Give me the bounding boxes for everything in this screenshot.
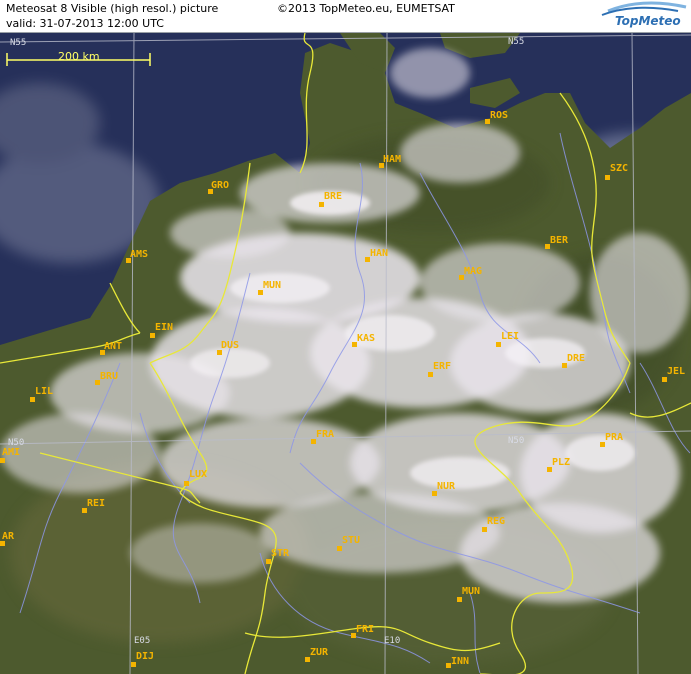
city-marker-ein[interactable]: [150, 333, 155, 338]
copyright-notice: ©2013 TopMeteo.eu, EUMETSAT: [277, 2, 455, 15]
city-label-lei: LEI: [501, 331, 520, 342]
scale-bar-label: 200 km: [58, 50, 100, 63]
city-label-ein: EIN: [155, 322, 174, 333]
city-label-bru: BRU: [100, 371, 119, 382]
city-label-pra: PRA: [605, 432, 624, 443]
city-label-lux: LUX: [189, 469, 208, 480]
city-label-str: STR: [271, 548, 290, 559]
grid-label-n50-right: N50: [508, 436, 525, 446]
logo-text: TopMeteo: [615, 14, 681, 28]
city-label-mag: MAG: [464, 266, 483, 277]
image-title: Meteosat 8 Visible (high resol.) picture: [6, 2, 219, 15]
city-marker-ami[interactable]: [0, 458, 5, 463]
city-marker-szc[interactable]: [605, 175, 610, 180]
city-label-ar: AR: [2, 531, 15, 542]
valid-time: valid: 31-07-2013 12:00 UTC: [6, 17, 164, 30]
city-marker-erf[interactable]: [428, 372, 433, 377]
city-label-kas: KAS: [357, 333, 376, 344]
grid-label-e05: E05: [134, 636, 151, 646]
city-marker-reg[interactable]: [482, 527, 487, 532]
city-marker-bre[interactable]: [319, 202, 324, 207]
city-label-inn: INN: [451, 656, 470, 667]
city-label-ams: AMS: [130, 249, 149, 260]
city-label-mun-2: MUN: [462, 586, 481, 597]
topmeteo-logo[interactable]: TopMeteo: [598, 1, 688, 31]
city-label-dij: DIJ: [136, 651, 155, 662]
city-label-zur: ZUR: [310, 647, 329, 658]
city-label-bre: BRE: [324, 191, 343, 202]
city-label-ham: HAM: [383, 154, 402, 165]
city-label-dre: DRE: [567, 353, 586, 364]
city-label-ami: AMI: [2, 447, 21, 458]
city-label-rei: REI: [87, 498, 106, 509]
city-label-szc: SZC: [610, 163, 629, 174]
city-label-nur: NUR: [437, 481, 456, 492]
city-marker-jel[interactable]: [662, 377, 667, 382]
city-label-han: HAN: [370, 248, 389, 259]
satellite-viewer: Meteosat 8 Visible (high resol.) picture…: [0, 0, 691, 674]
city-marker-str[interactable]: [266, 559, 271, 564]
city-label-fra: FRA: [316, 429, 335, 440]
city-marker-stu[interactable]: [337, 546, 342, 551]
city-label-fri: FRI: [356, 624, 375, 635]
city-label-ber: BER: [550, 235, 569, 246]
city-marker-lil[interactable]: [30, 397, 35, 402]
grid-label-n55-right: N55: [508, 37, 525, 47]
city-marker-mun-2[interactable]: [457, 597, 462, 602]
city-label-dus: DUS: [221, 340, 240, 351]
city-label-ros: ROS: [490, 110, 509, 121]
city-label-ant: ANT: [104, 341, 123, 352]
header-bar: Meteosat 8 Visible (high resol.) picture…: [0, 0, 691, 33]
city-label-reg: REG: [487, 516, 506, 527]
city-label-jel: JEL: [667, 366, 686, 377]
city-label-stu: STU: [342, 535, 361, 546]
grid-label-n55-left: N55: [10, 38, 27, 48]
city-marker-lux[interactable]: [184, 481, 189, 486]
city-label-erf: ERF: [433, 361, 452, 372]
city-marker-dij[interactable]: [131, 662, 136, 667]
city-label-plz: PLZ: [552, 457, 571, 468]
city-label-lil: LIL: [35, 386, 54, 397]
city-label-mun-1: MUN: [263, 280, 282, 291]
city-marker-lei[interactable]: [496, 342, 501, 347]
grid-label-e10: E10: [384, 636, 401, 646]
city-label-gro: GRO: [211, 180, 230, 191]
